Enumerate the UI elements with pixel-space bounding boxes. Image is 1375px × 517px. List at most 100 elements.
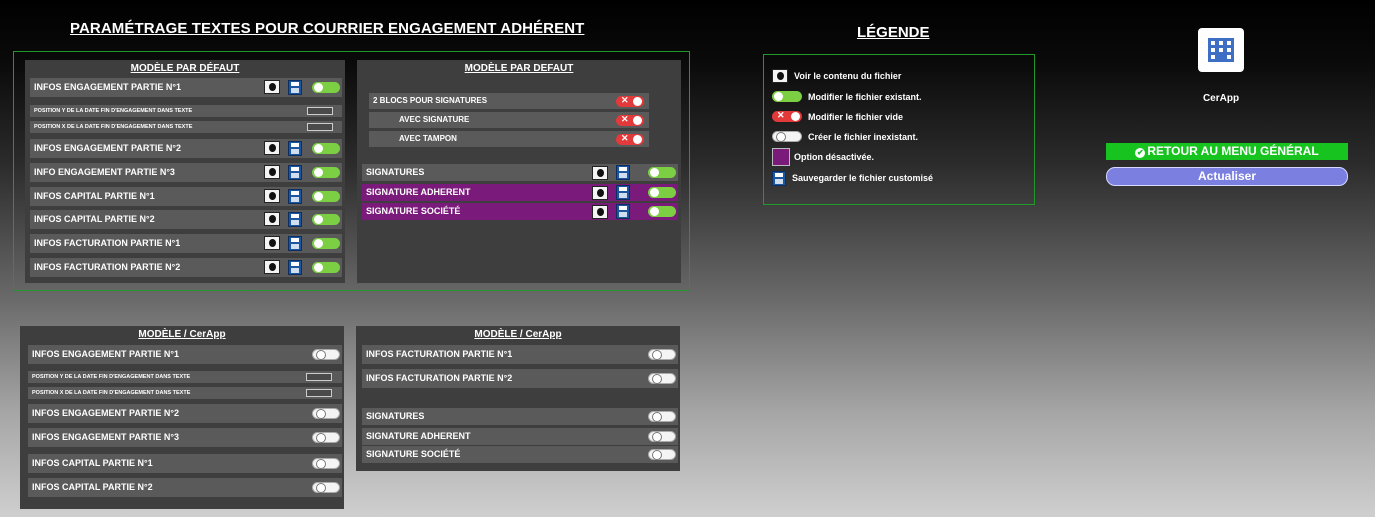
eye-icon[interactable]: [592, 205, 608, 219]
save-icon[interactable]: [288, 212, 302, 227]
app-label: CerApp: [1202, 93, 1240, 104]
save-icon[interactable]: [288, 80, 302, 95]
row-position-x: POSITION X DE LA DATE FIN D'ENGAGEMENT D…: [30, 121, 342, 133]
position-x-input[interactable]: [307, 123, 333, 131]
eye-icon[interactable]: [264, 80, 280, 94]
row-label: INFOS ENGAGEMENT PARTIE N°2: [34, 143, 181, 153]
page-title: PARAMÉTRAGE TEXTES POUR COURRIER ENGAGEM…: [70, 20, 585, 37]
row-label: INFO ENGAGEMENT PARTIE N°3: [34, 167, 175, 177]
position-y-input[interactable]: [306, 373, 332, 381]
toggle-off-icon[interactable]: [648, 349, 676, 360]
return-main-menu-button[interactable]: ✔ RETOUR AU MENU GÉNÉRAL: [1106, 143, 1348, 160]
toggle-off-icon[interactable]: [312, 408, 340, 419]
save-icon[interactable]: [616, 204, 630, 219]
row-infos-capital-2: INFOS CAPITAL PARTIE N°2: [30, 210, 342, 229]
row-label: INFOS ENGAGEMENT PARTIE N°1: [32, 349, 179, 359]
row-label: INFOS FACTURATION PARTIE N°1: [366, 349, 513, 359]
toggle-off-icon[interactable]: [648, 411, 676, 422]
row-label: INFOS FACTURATION PARTIE N°1: [34, 238, 181, 248]
toggle-off-icon[interactable]: [312, 482, 340, 493]
legend-label: Créer le fichier inexistant.: [808, 132, 919, 142]
position-x-input[interactable]: [306, 389, 332, 397]
row-label: POSITION Y DE LA DATE FIN D'ENGAGEMENT D…: [32, 374, 191, 380]
row-label: SIGNATURES: [366, 167, 425, 177]
row-label: INFOS CAPITAL PARTIE N°2: [32, 482, 153, 492]
toggle-red-icon[interactable]: ✕: [616, 114, 644, 126]
toggle-on-icon[interactable]: [312, 143, 340, 154]
row-signatures: SIGNATURES: [362, 408, 678, 425]
eye-icon[interactable]: [264, 260, 280, 274]
row-label: INFOS CAPITAL PARTIE N°1: [32, 458, 153, 468]
eye-icon: [772, 69, 788, 83]
panel-title: MODÈLE / CerApp: [474, 329, 562, 340]
cerapp-model-right-panel: MODÈLE / CerApp INFOS FACTURATION PARTIE…: [356, 326, 680, 471]
save-icon[interactable]: [288, 141, 302, 156]
eye-icon[interactable]: [592, 166, 608, 180]
purple-square-icon: [772, 148, 790, 166]
position-y-input[interactable]: [307, 107, 333, 115]
eye-icon[interactable]: [264, 212, 280, 226]
toggle-red-icon: ✕: [772, 110, 802, 122]
row-signatures: SIGNATURES: [362, 164, 678, 181]
row-label: INFOS ENGAGEMENT PARTIE N°1: [34, 82, 181, 92]
legend-label: Voir le contenu du fichier: [794, 71, 902, 81]
toggle-on-icon[interactable]: [312, 191, 340, 202]
default-model-left-panel: MODÈLE PAR DÉFAUT INFOS ENGAGEMENT PARTI…: [25, 60, 345, 283]
default-model-right-panel: MODÈLE PAR DEFAUT 2 BLOCS POUR SIGNATURE…: [357, 60, 681, 283]
row-position-y: POSITION Y DE LA DATE FIN D'ENGAGEMENT D…: [30, 105, 342, 117]
toggle-off-icon[interactable]: [312, 458, 340, 469]
toggle-on-icon[interactable]: [648, 206, 676, 217]
save-icon[interactable]: [616, 185, 630, 200]
row-label: INFOS FACTURATION PARTIE N°2: [366, 373, 513, 383]
toggle-on-icon[interactable]: [648, 187, 676, 198]
row-signature-adherent: SIGNATURE ADHERENT: [362, 184, 678, 201]
legend-label: Sauvegarder le fichier customisé: [792, 173, 934, 183]
eye-icon[interactable]: [264, 189, 280, 203]
row-infos-capital-1: INFOS CAPITAL PARTIE N°1: [28, 454, 342, 473]
eye-icon[interactable]: [264, 236, 280, 250]
legend-box: Voir le contenu du fichier Modifier le f…: [763, 54, 1035, 205]
save-icon[interactable]: [288, 260, 302, 275]
toggle-red-icon[interactable]: ✕: [616, 133, 644, 145]
save-icon[interactable]: [288, 236, 302, 251]
row-label: POSITION X DE LA DATE FIN D'ENGAGEMENT D…: [34, 124, 193, 130]
toggle-off-icon[interactable]: [648, 449, 676, 460]
row-avec-signature: AVEC SIGNATURE ✕: [369, 112, 649, 128]
row-avec-tampon: AVEC TAMPON ✕: [369, 131, 649, 147]
row-infos-facturation-1: INFOS FACTURATION PARTIE N°1: [30, 234, 342, 253]
toggle-red-icon[interactable]: ✕: [616, 95, 644, 107]
row-label: INFOS FACTURATION PARTIE N°2: [34, 262, 181, 272]
save-icon[interactable]: [288, 189, 302, 204]
row-label: SIGNATURE ADHERENT: [366, 431, 471, 441]
toggle-off-icon[interactable]: [312, 349, 340, 360]
row-infos-engagement-3: INFOS ENGAGEMENT PARTIE N°3: [28, 428, 342, 447]
legend-label: Modifier le fichier vide: [808, 112, 904, 122]
refresh-button[interactable]: Actualiser: [1106, 167, 1348, 186]
row-position-x: POSITION X DE LA DATE FIN D'ENGAGEMENT D…: [28, 387, 342, 399]
row-signature-societe: SIGNATURE SOCIÉTÉ: [362, 446, 678, 463]
toggle-on-icon[interactable]: [312, 214, 340, 225]
row-infos-capital-1: INFOS CAPITAL PARTIE N°1: [30, 187, 342, 206]
eye-icon[interactable]: [592, 186, 608, 200]
toggle-off-icon[interactable]: [312, 432, 340, 443]
toggle-on-icon[interactable]: [312, 262, 340, 273]
toggle-off-icon[interactable]: [648, 431, 676, 442]
cerapp-model-left-panel: MODÈLE / CerApp INFOS ENGAGEMENT PARTIE …: [20, 326, 344, 509]
row-signature-adherent: SIGNATURE ADHERENT: [362, 428, 678, 445]
building-icon[interactable]: [1198, 28, 1244, 72]
check-icon: ✔: [1135, 148, 1146, 158]
toggle-on-icon[interactable]: [312, 82, 340, 93]
save-icon[interactable]: [616, 165, 630, 180]
toggle-on-icon[interactable]: [312, 167, 340, 178]
eye-icon[interactable]: [264, 165, 280, 179]
row-label: INFOS CAPITAL PARTIE N°2: [34, 214, 155, 224]
row-label: POSITION X DE LA DATE FIN D'ENGAGEMENT D…: [32, 390, 191, 396]
button-label: RETOUR AU MENU GÉNÉRAL: [1147, 144, 1319, 158]
row-infos-facturation-1: INFOS FACTURATION PARTIE N°1: [362, 345, 678, 364]
row-label: SIGNATURE SOCIÉTÉ: [366, 206, 461, 216]
save-icon[interactable]: [288, 165, 302, 180]
eye-icon[interactable]: [264, 141, 280, 155]
toggle-off-icon[interactable]: [648, 373, 676, 384]
toggle-on-icon[interactable]: [312, 238, 340, 249]
toggle-on-icon[interactable]: [648, 167, 676, 178]
